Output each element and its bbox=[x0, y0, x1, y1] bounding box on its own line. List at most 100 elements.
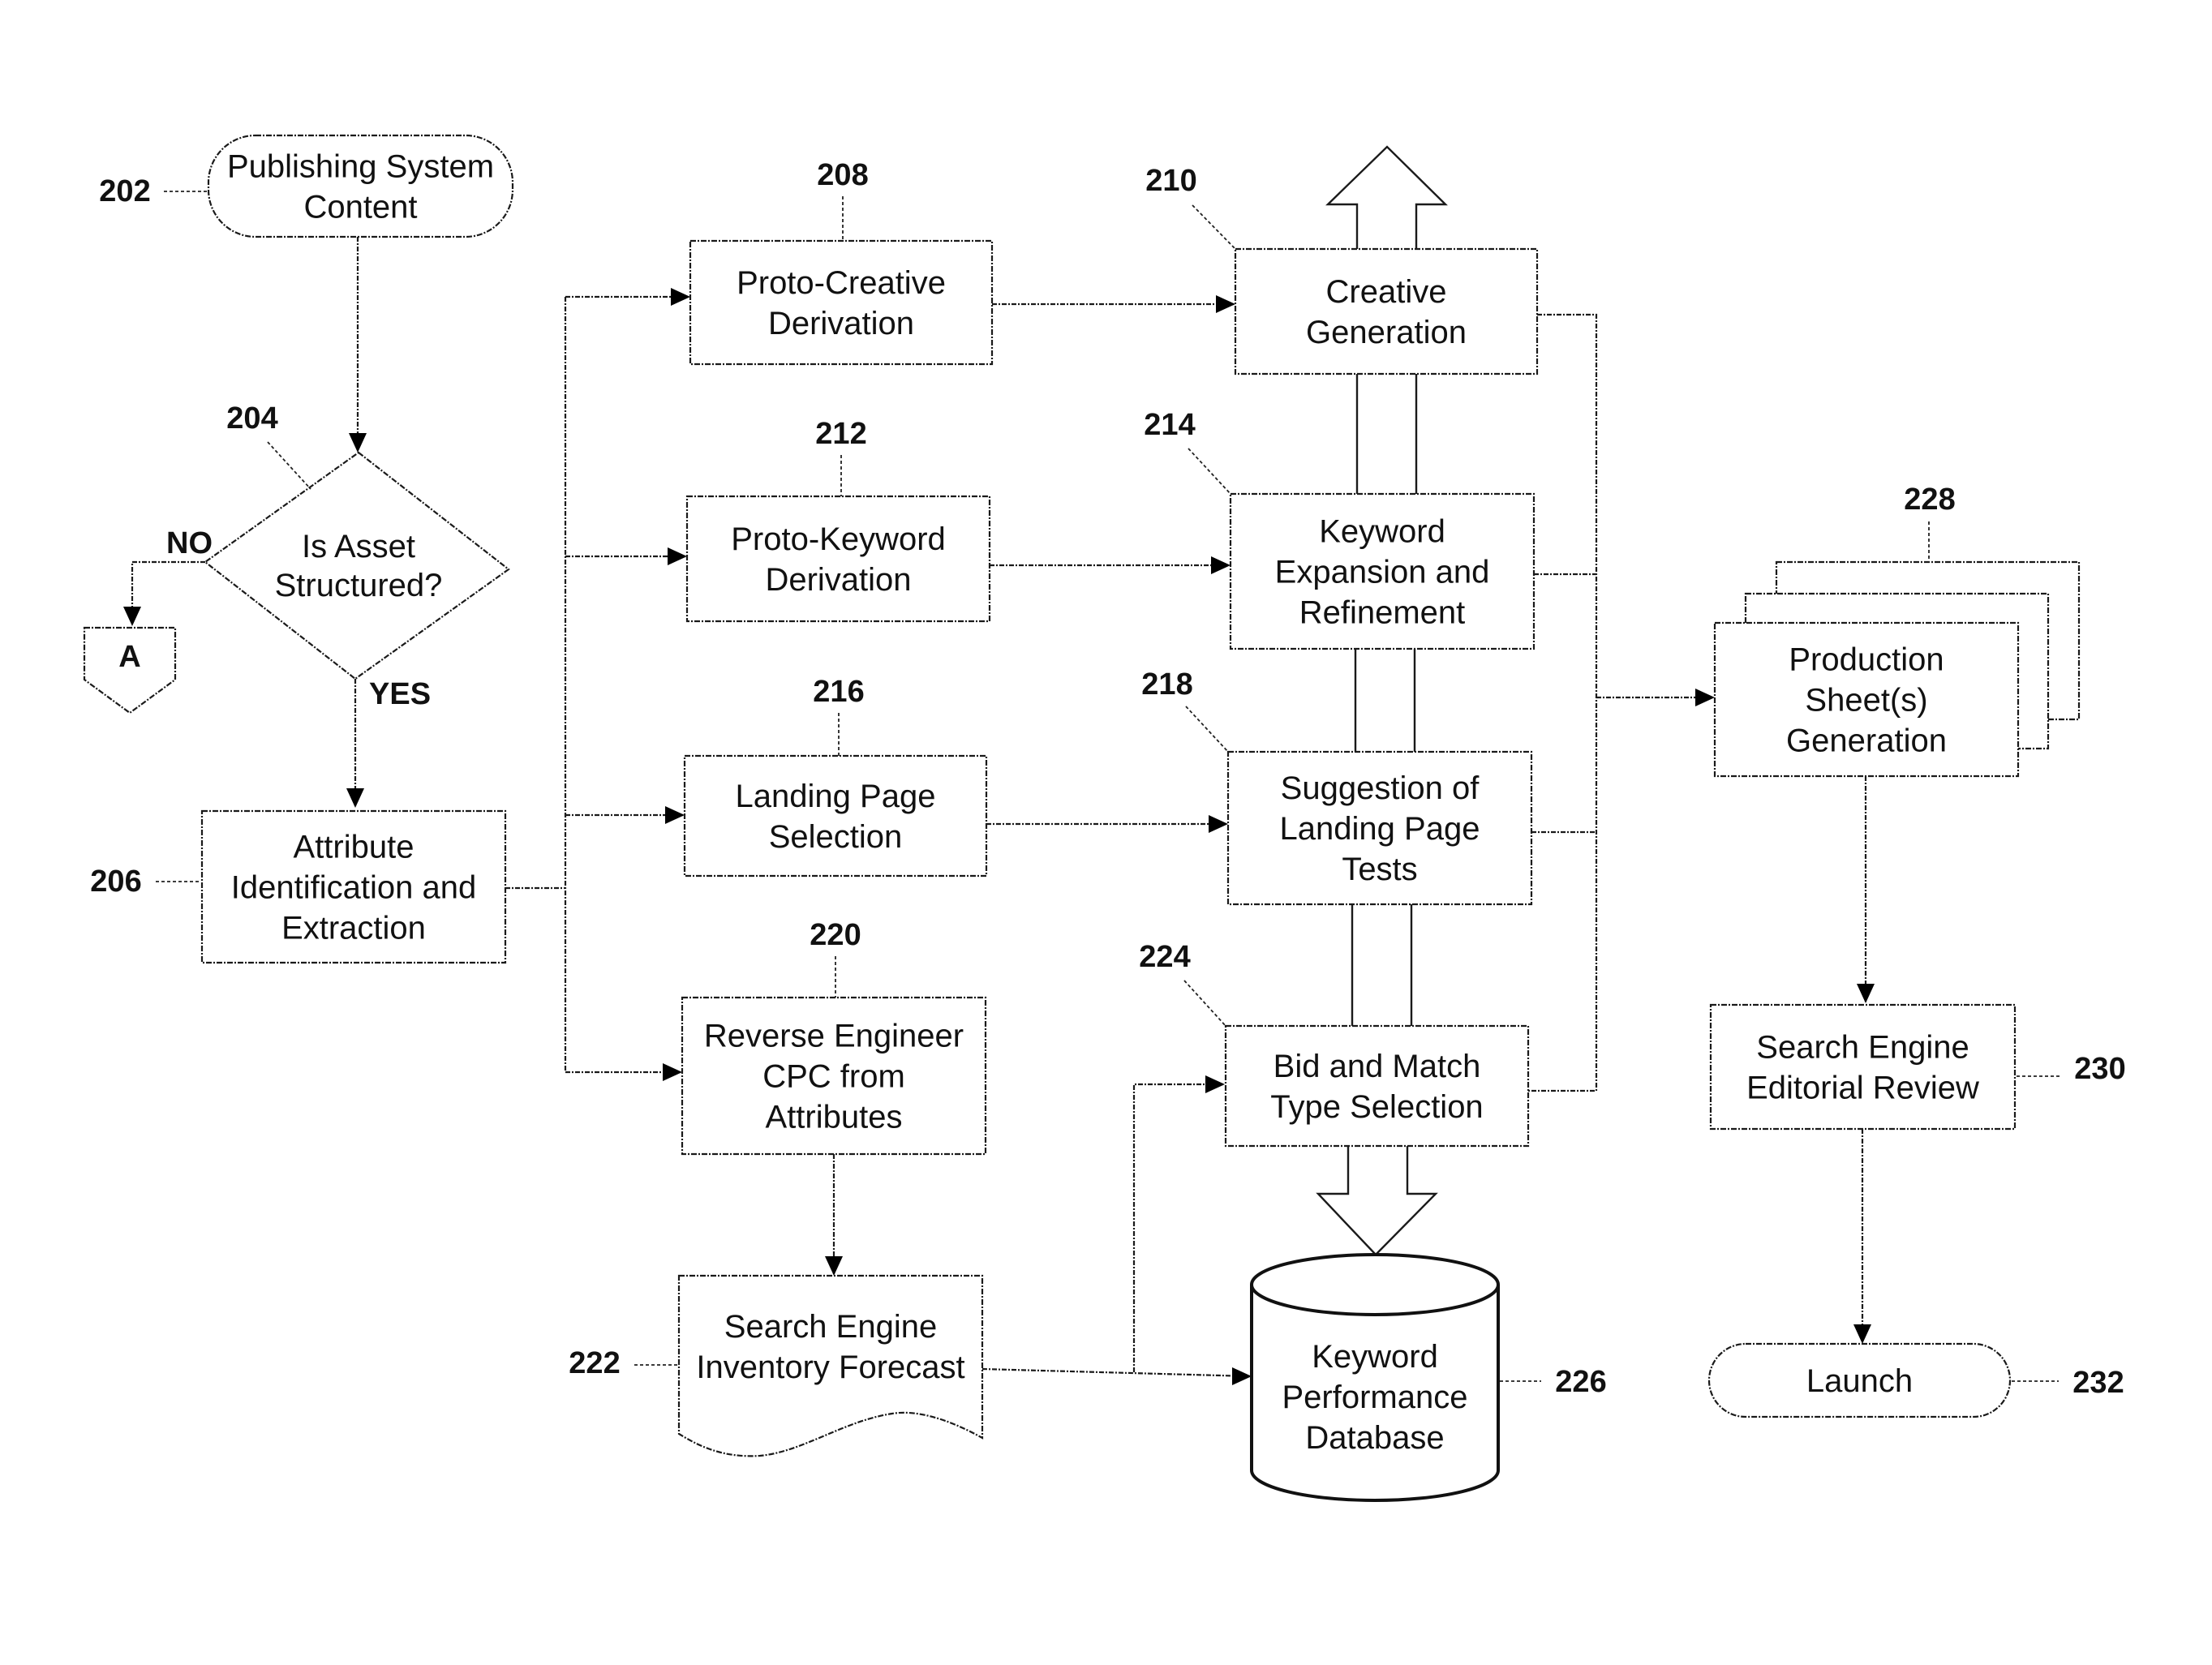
node-text-line: Search Engine bbox=[1756, 1030, 1969, 1066]
node-text-line: Structured? bbox=[275, 568, 443, 603]
node-text-line: Database bbox=[1305, 1420, 1444, 1456]
node-text-line: Proto-Keyword bbox=[731, 521, 946, 557]
arrowhead-icon bbox=[123, 607, 141, 626]
node-text-line: Bid and Match bbox=[1274, 1049, 1481, 1084]
node-text-line: Refinement bbox=[1299, 595, 1466, 631]
node-text-line: Sheet(s) bbox=[1805, 683, 1927, 719]
node-text-line: Generation bbox=[1306, 315, 1467, 350]
arrowhead-icon bbox=[349, 433, 367, 453]
ref-label-224: 224 bbox=[1139, 940, 1190, 974]
arrowhead-icon bbox=[1216, 295, 1235, 313]
arrowhead-icon bbox=[1695, 689, 1715, 706]
ref-label-204: 204 bbox=[226, 401, 277, 436]
block-arrow-up-icon bbox=[1325, 145, 1448, 249]
block-arrow-down-icon bbox=[1316, 1146, 1438, 1256]
process-box-230[interactable] bbox=[1709, 1003, 2017, 1131]
arrowhead-icon bbox=[346, 788, 364, 808]
leader-224 bbox=[1183, 980, 1226, 1027]
nodes-layer: Publishing System Content Is Asset Structur… bbox=[83, 134, 2081, 1502]
process-box-216[interactable] bbox=[683, 754, 988, 878]
node-text-line: Derivation bbox=[765, 562, 911, 598]
node-text-line: Suggestion of bbox=[1281, 770, 1480, 806]
process-box-212[interactable] bbox=[685, 495, 991, 623]
arrowhead-icon bbox=[668, 547, 687, 565]
ref-label-232: 232 bbox=[2072, 1366, 2124, 1400]
arrowhead-icon bbox=[663, 1063, 682, 1081]
shafts-210-214 bbox=[1355, 374, 1418, 494]
flowchart-canvas: Publishing System Content Is Asset Structur… bbox=[83, 134, 2126, 1502]
node-text-line: Launch bbox=[1806, 1363, 1913, 1399]
node-text-line: Editorial Review bbox=[1746, 1071, 1979, 1106]
ref-label-206: 206 bbox=[90, 865, 141, 899]
ref-label-218: 218 bbox=[1141, 667, 1192, 702]
node-text-line: Expansion and bbox=[1275, 555, 1490, 590]
decision-diamond-204[interactable] bbox=[204, 451, 510, 680]
node-text-line: Attribute bbox=[294, 830, 414, 865]
node-text-line: Type Selection bbox=[1270, 1089, 1483, 1125]
node-text-line: Generation bbox=[1786, 723, 1947, 759]
node-text-232: Launch bbox=[1806, 1363, 1913, 1399]
leader-204 bbox=[267, 441, 311, 490]
ref-label-228: 228 bbox=[1904, 483, 1955, 517]
node-text-line: Landing Page bbox=[736, 779, 936, 814]
ref-label-230: 230 bbox=[2074, 1052, 2125, 1086]
node-text-line: Inventory Forecast bbox=[696, 1350, 964, 1385]
node-text-line: CPC from bbox=[762, 1059, 905, 1095]
node-text-line: Reverse Engineer bbox=[704, 1019, 964, 1054]
connector-a-label: A bbox=[118, 640, 140, 674]
shafts-214-218 bbox=[1354, 649, 1416, 752]
process-box-224[interactable] bbox=[1224, 1024, 1530, 1148]
edge-222-226 bbox=[981, 1367, 1251, 1378]
edges-layer bbox=[123, 145, 1875, 1385]
branch-label-yes: YES bbox=[369, 677, 431, 711]
node-text-line: Creative bbox=[1326, 274, 1447, 310]
arrowhead-icon bbox=[1232, 1367, 1252, 1385]
ref-label-214: 214 bbox=[1144, 408, 1195, 442]
node-text-line: Content bbox=[303, 190, 417, 225]
arrowhead-icon bbox=[665, 806, 685, 824]
leader-214 bbox=[1188, 448, 1231, 495]
node-text-line: Search Engine bbox=[724, 1309, 937, 1345]
arrowhead-icon bbox=[1211, 556, 1231, 574]
ref-label-222: 222 bbox=[569, 1346, 620, 1380]
node-text-line: Production bbox=[1789, 642, 1944, 678]
node-text-line: Keyword bbox=[1312, 1339, 1438, 1375]
node-text-line: Is Asset bbox=[302, 529, 415, 564]
shafts-218-224 bbox=[1351, 904, 1413, 1026]
node-text-line: Attributes bbox=[766, 1100, 903, 1135]
leader-210 bbox=[1192, 204, 1236, 250]
node-text-line: Publishing System bbox=[227, 149, 494, 185]
arrowhead-icon bbox=[671, 288, 690, 306]
arrowhead-icon bbox=[1853, 1324, 1871, 1344]
ref-label-210: 210 bbox=[1145, 164, 1196, 198]
node-text-line: Identification and bbox=[231, 870, 476, 906]
node-text-line: Selection bbox=[769, 819, 903, 855]
node-text-228: Production Sheet(s) Generation bbox=[1786, 642, 1947, 759]
right-bus bbox=[1528, 313, 1598, 1092]
node-text-line: Performance bbox=[1282, 1380, 1468, 1415]
edge-222-224 bbox=[1132, 1083, 1223, 1372]
node-text-line: Keyword bbox=[1319, 514, 1445, 550]
edge-204-no-a bbox=[131, 560, 205, 624]
process-box-208[interactable] bbox=[689, 239, 994, 366]
arrowhead-icon bbox=[825, 1256, 843, 1276]
node-text-line: Proto-Creative bbox=[737, 265, 946, 301]
arrowhead-icon bbox=[1209, 815, 1228, 833]
node-text-line: Derivation bbox=[768, 306, 914, 341]
node-text-line: Tests bbox=[1342, 852, 1417, 887]
node-text-line: Extraction bbox=[281, 911, 426, 946]
ref-label-212: 212 bbox=[815, 417, 866, 451]
ref-label-202: 202 bbox=[99, 174, 150, 208]
labels-layer: A NO YES 202 204 206 208 212 216 220 222 210 214 218 2… bbox=[90, 158, 2125, 1400]
ref-label-226: 226 bbox=[1555, 1365, 1606, 1399]
arrowhead-icon bbox=[1205, 1075, 1225, 1093]
branch-label-no: NO bbox=[166, 526, 213, 560]
arrowhead-icon bbox=[1857, 984, 1875, 1003]
database-top-226 bbox=[1250, 1253, 1500, 1316]
leader-218 bbox=[1185, 706, 1229, 753]
ref-label-216: 216 bbox=[813, 675, 864, 709]
process-box-210[interactable] bbox=[1234, 247, 1539, 375]
ref-label-220: 220 bbox=[810, 918, 861, 952]
ref-label-208: 208 bbox=[817, 158, 868, 192]
node-text-line: Landing Page bbox=[1280, 811, 1480, 847]
